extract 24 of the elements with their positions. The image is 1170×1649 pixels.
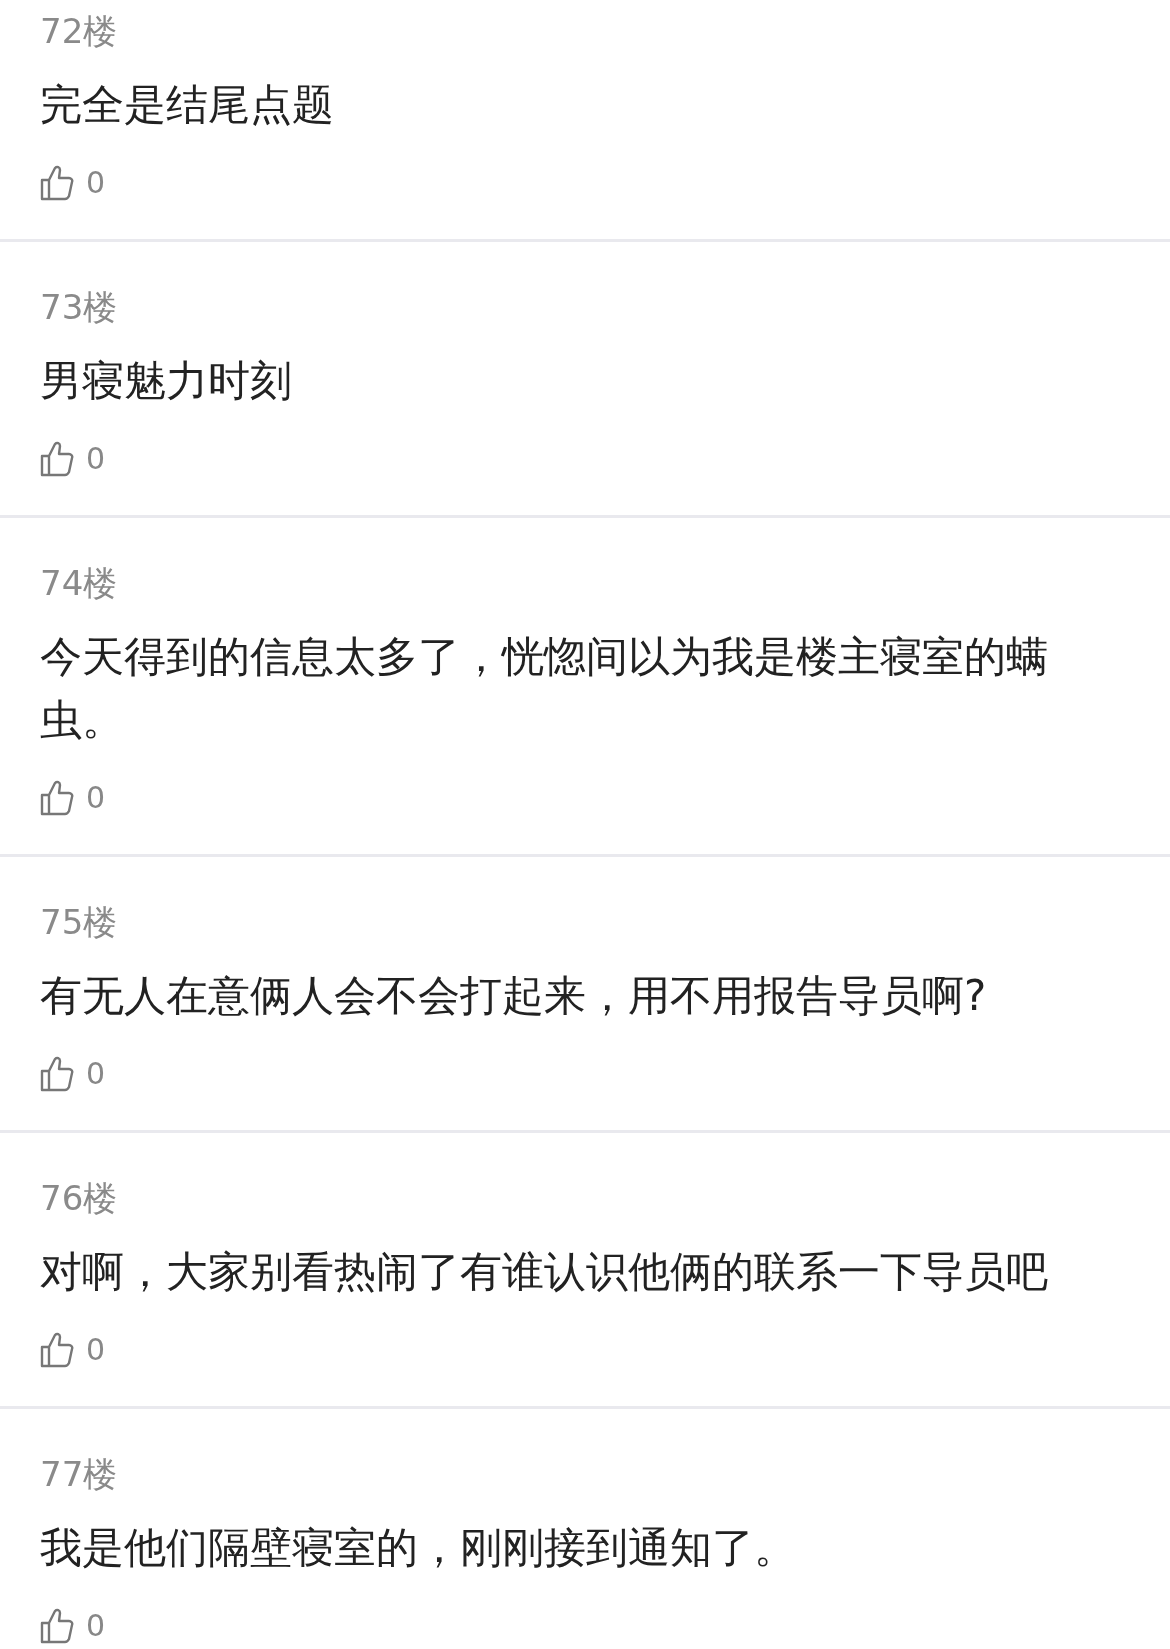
- floor-number: 75楼: [40, 902, 119, 942]
- thumbs-up-icon[interactable]: [40, 1332, 74, 1368]
- floor-number: 76楼: [40, 1178, 119, 1218]
- floor-number: 74楼: [40, 563, 119, 603]
- like-count: 0: [86, 441, 106, 477]
- thumbs-up-icon[interactable]: [40, 165, 74, 201]
- thumbs-up-icon[interactable]: [40, 1608, 74, 1644]
- floor-number: 73楼: [40, 287, 119, 327]
- comment-text: 今天得到的信息太多了，恍惚间以为我是楼主寝室的螨虫。: [40, 631, 1049, 746]
- like-count: 0: [86, 165, 106, 201]
- thumbs-up-icon[interactable]: [40, 441, 74, 477]
- thumbs-up-icon[interactable]: [40, 780, 74, 816]
- like-count: 0: [86, 1332, 106, 1368]
- floor-number: 72楼: [40, 11, 119, 51]
- floor-number: 77楼: [40, 1454, 119, 1494]
- comment-text: 对啊，大家别看热闹了有谁认识他俩的联系一下导员吧: [40, 1246, 1049, 1298]
- thumbs-up-icon[interactable]: [40, 1056, 74, 1092]
- comment-text: 有无人在意俩人会不会打起来，用不用报告导员啊?: [40, 970, 988, 1022]
- like-count: 0: [86, 1608, 106, 1644]
- like-count: 0: [86, 780, 106, 816]
- comment-text: 完全是结尾点题: [40, 79, 335, 131]
- comment-text: 男寝魅力时刻: [40, 355, 293, 407]
- comment-text: 我是他们隔壁寝室的，刚刚接到通知了。: [40, 1522, 797, 1574]
- like-count: 0: [86, 1056, 106, 1092]
